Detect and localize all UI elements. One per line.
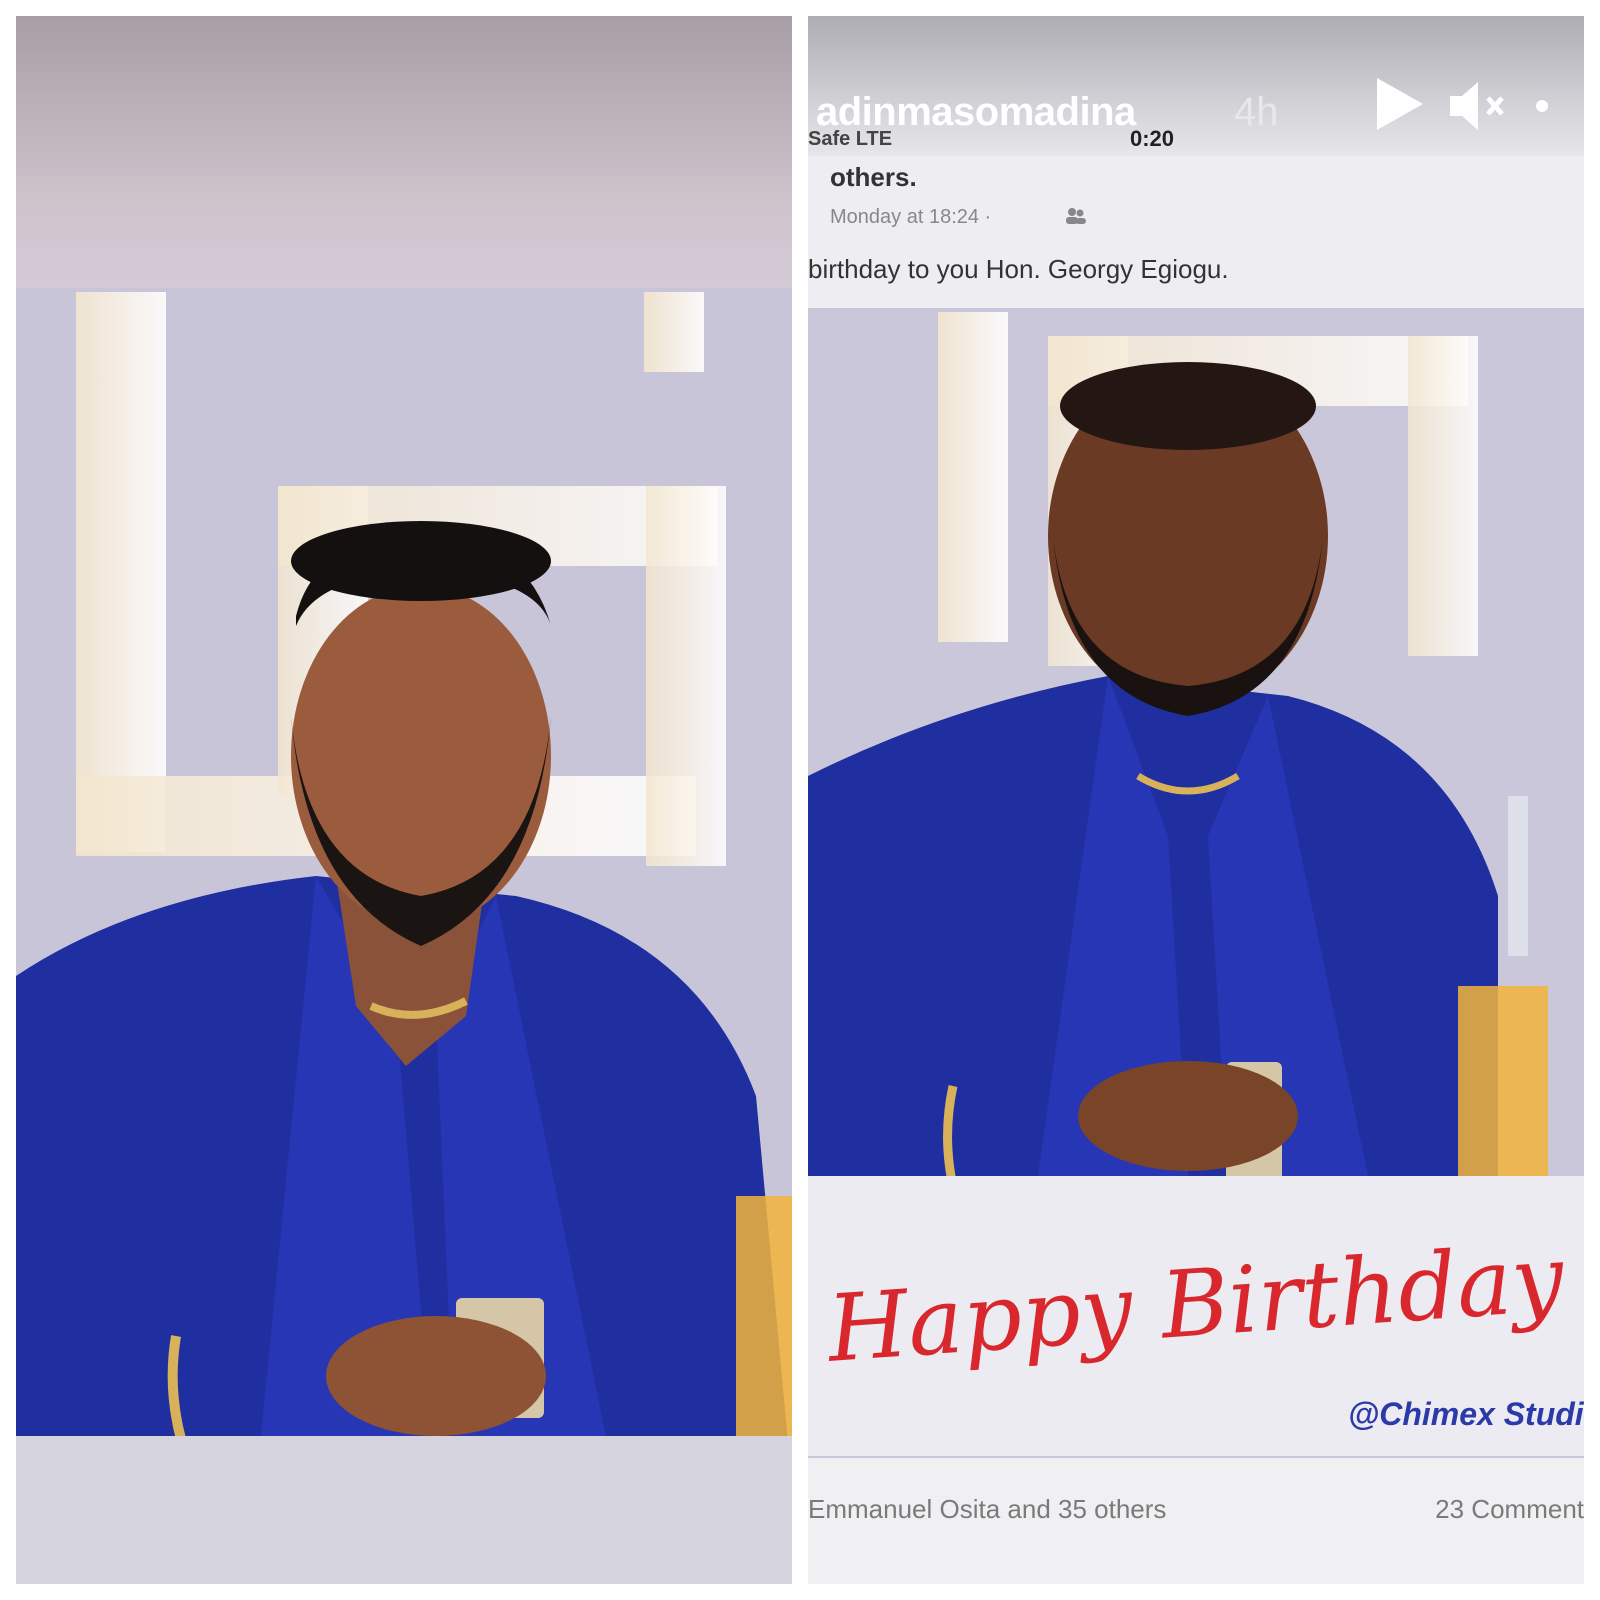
photo-illustration: [16, 288, 792, 1584]
post-date: Monday at 18:24 ·: [830, 206, 992, 228]
play-icon[interactable]: [1373, 76, 1425, 137]
story-time-ago: 4h: [1234, 90, 1279, 134]
more-icon[interactable]: [1532, 96, 1552, 121]
story-screenshot: adinmasomadina 4h Safe LTE 0:20 others. …: [808, 16, 1584, 1584]
friends-icon: [1064, 206, 1088, 231]
post-tagged-names: others.: [830, 162, 917, 192]
mute-icon[interactable]: [1448, 80, 1508, 137]
comments-count[interactable]: 23 Comment: [1435, 1494, 1584, 1525]
studio-watermark: @Chimex Studi: [1348, 1396, 1584, 1432]
status-carrier: Safe LTE: [808, 128, 893, 150]
likes-count[interactable]: Emmanuel Osita and 35 others: [808, 1494, 1166, 1525]
post-caption: birthday to you Hon. Georgy Egiogu.: [808, 254, 1229, 284]
status-clock: 0:20: [1130, 126, 1175, 151]
original-photo: [16, 16, 792, 1584]
